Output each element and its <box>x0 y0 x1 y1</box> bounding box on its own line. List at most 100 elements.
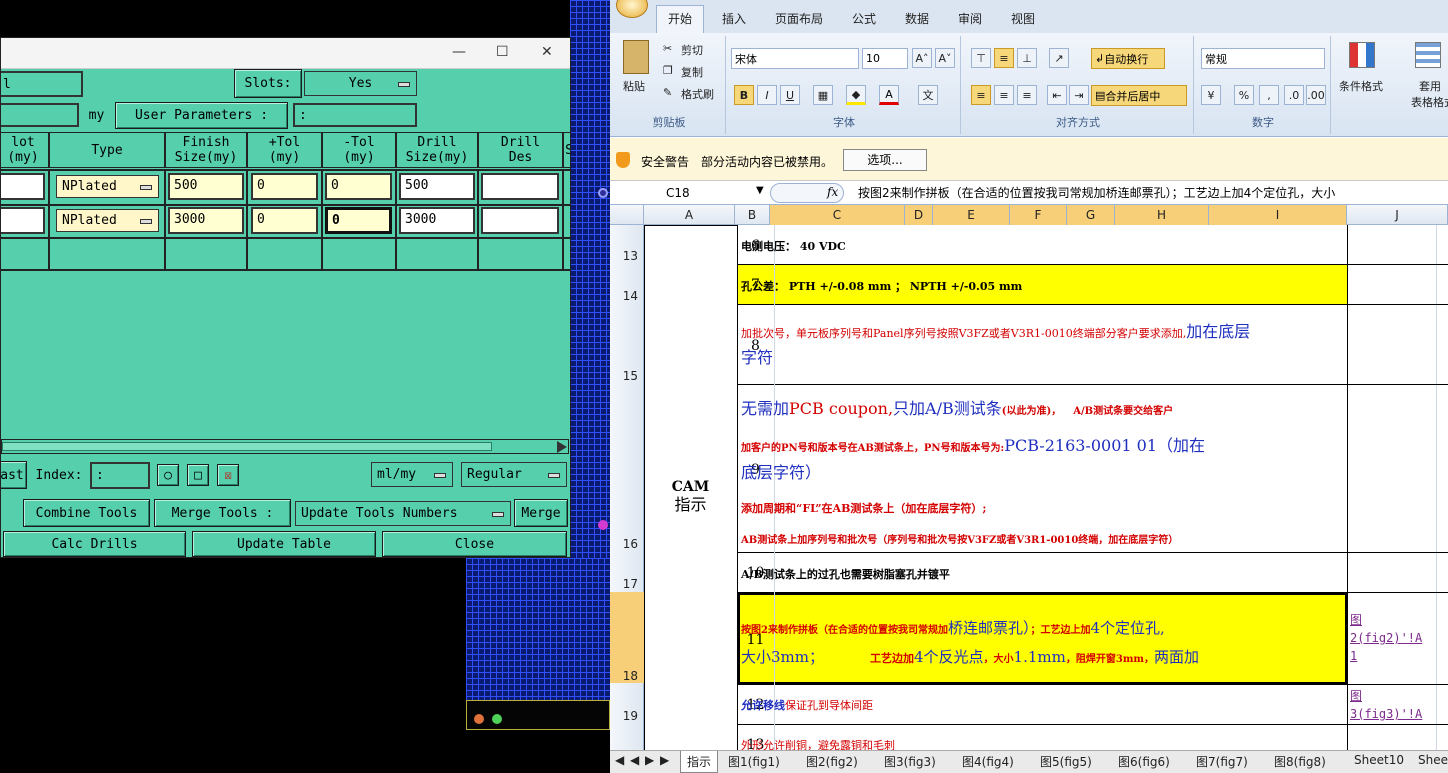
formula-input[interactable]: 按图2来制作拼板（在合适的位置按我司常规加桥连邮票孔）；工艺边上加4个定位孔，大… <box>852 181 1448 205</box>
plus-tol-field[interactable]: 0 <box>251 173 318 200</box>
row-number[interactable]: 19 <box>623 709 638 723</box>
minimize-icon[interactable]: — <box>452 44 466 60</box>
orientation-icon[interactable]: ↗ <box>1049 48 1069 68</box>
select-all-corner[interactable] <box>610 205 644 225</box>
drill-size-field[interactable]: 500 <box>399 173 475 200</box>
cell-r12[interactable]: 允许移线保证孔到导体间距 <box>741 697 873 713</box>
increase-indent-icon[interactable]: ⇥ <box>1069 85 1089 105</box>
tab-data[interactable]: 数据 <box>905 10 929 27</box>
update-table-button[interactable]: Update Table <box>192 531 376 557</box>
border-icon[interactable]: ▦ <box>813 85 833 105</box>
sheet-nav-first-icon[interactable]: ◀ <box>615 753 624 767</box>
scroll-right-icon[interactable] <box>557 441 567 453</box>
column-header[interactable]: H <box>1115 205 1209 225</box>
minus-tol-field[interactable]: 0 <box>325 207 392 234</box>
name-box-dropdown-icon[interactable]: ▼ <box>756 185 764 196</box>
index-field[interactable]: : <box>90 462 150 489</box>
row-number[interactable]: 18 <box>623 669 638 683</box>
finish-size-field[interactable]: 500 <box>168 173 244 200</box>
shrink-font-icon[interactable]: A˅ <box>935 48 955 68</box>
layer-name-field[interactable]: l <box>1 71 83 97</box>
phonetic-icon[interactable]: 文 <box>918 85 938 105</box>
fill-color-icon[interactable]: ◆ <box>846 85 866 105</box>
align-top-icon[interactable]: ⊤ <box>971 48 991 68</box>
conditional-format-icon[interactable] <box>1349 42 1375 68</box>
format-as-table-line2[interactable]: 表格格式 <box>1411 94 1448 110</box>
column-header[interactable]: J <box>1347 205 1448 225</box>
paste-icon[interactable] <box>623 40 649 74</box>
user-parameters-button[interactable]: User Parameters : <box>115 102 288 129</box>
format-painter-icon[interactable]: ✎ <box>663 86 672 99</box>
sheet-tab[interactable]: 图1(fig1) <box>728 753 780 770</box>
align-bottom-icon[interactable]: ⊥ <box>1017 48 1037 68</box>
tab-review[interactable]: 审阅 <box>958 10 982 27</box>
type-option[interactable]: NPlated <box>56 209 159 232</box>
tab-page-layout[interactable]: 页面布局 <box>775 10 823 27</box>
search-icon[interactable]: ○ <box>157 464 179 486</box>
user-parameters-field[interactable]: : <box>293 103 417 127</box>
row-number[interactable]: 16 <box>623 537 638 551</box>
cell-r7[interactable]: 孔公差： PTH +/-0.08 mm ； NPTH +/-0.05 mm <box>741 278 1022 294</box>
sheet-tab[interactable]: 图8(fig8) <box>1274 753 1326 770</box>
bold-icon[interactable]: B <box>734 85 754 105</box>
align-middle-icon[interactable]: ≡ <box>994 48 1014 68</box>
sheet-tab[interactable]: 图6(fig6) <box>1118 753 1170 770</box>
tab-home-label[interactable]: 开始 <box>668 10 692 27</box>
sheet-tab[interactable]: 图3(fig3) <box>884 753 936 770</box>
tab-insert[interactable]: 插入 <box>722 10 746 27</box>
column-header[interactable]: C <box>770 205 905 225</box>
column-header[interactable]: B <box>735 205 770 225</box>
row-number[interactable]: 14 <box>623 289 638 303</box>
cell-r10[interactable]: A/B测试条上的过孔也需要树脂塞孔并镀平 <box>741 566 950 582</box>
close-icon[interactable]: ✕ <box>541 44 553 60</box>
font-color-icon[interactable]: A <box>879 85 899 105</box>
sheet-tab[interactable]: 图7(fig7) <box>1196 753 1248 770</box>
column-header[interactable]: D <box>905 205 933 225</box>
fig3-hyperlink[interactable]: 图 3(fig3)'!A <box>1350 687 1422 723</box>
cell-r8[interactable]: 加批次号，单元板序列号和Panel序列号按照V3FZ或者V3R1-0010终端部… <box>741 320 1345 371</box>
row-number[interactable]: 13 <box>623 249 638 263</box>
units-field[interactable] <box>1 103 79 127</box>
dialog-titlebar[interactable]: — ☐ ✕ <box>1 38 570 69</box>
insert-function-icon[interactable]: fx <box>827 185 838 199</box>
calc-drills-button[interactable]: Calc Drills <box>3 531 186 557</box>
slots-option[interactable]: Yes <box>304 71 417 96</box>
type-option[interactable]: NPlated <box>56 175 159 198</box>
paste-button[interactable]: 粘贴 <box>623 78 645 94</box>
column-header[interactable]: A <box>644 205 735 225</box>
drill-des-field[interactable] <box>481 173 559 200</box>
align-center-icon[interactable]: ≡ <box>994 85 1014 105</box>
last-button[interactable]: ast <box>1 461 27 489</box>
update-tools-numbers-option[interactable]: Update Tools Numbers <box>295 501 511 526</box>
format-as-table-icon[interactable] <box>1415 42 1441 68</box>
font-size-combo[interactable]: 10 <box>862 48 908 69</box>
mode-option[interactable]: Regular <box>461 462 567 487</box>
finish-size-field[interactable]: 3000 <box>168 207 244 234</box>
plus-tol-field[interactable]: 0 <box>251 207 318 234</box>
close-button[interactable]: Close <box>382 531 567 557</box>
copy-button[interactable]: 复制 <box>681 64 703 80</box>
minus-tol-field[interactable]: 0 <box>325 173 392 200</box>
sheet-tab[interactable]: Sheet10 <box>1354 753 1404 767</box>
sheet-tab[interactable]: Shee <box>1418 753 1448 767</box>
align-left-icon[interactable]: ≡ <box>971 85 991 105</box>
name-box[interactable]: C18 <box>610 183 766 203</box>
tab-formulas[interactable]: 公式 <box>852 10 876 27</box>
grow-font-icon[interactable]: A˄ <box>912 48 932 68</box>
security-options-button[interactable]: 选项... <box>843 149 927 171</box>
drill-size-field[interactable]: 3000 <box>399 207 475 234</box>
horizontal-scrollbar[interactable] <box>1 439 569 454</box>
currency-icon[interactable]: ¥ <box>1201 85 1221 105</box>
row-number[interactable]: 17 <box>623 577 638 591</box>
slot-length-field[interactable] <box>1 173 45 200</box>
number-format-combo[interactable]: 常规 <box>1201 48 1325 69</box>
align-right-icon[interactable]: ≡ <box>1017 85 1037 105</box>
units-option[interactable]: ml/my <box>371 462 453 487</box>
column-header[interactable]: I <box>1209 205 1347 225</box>
font-name-combo[interactable]: 宋体 <box>731 48 859 69</box>
decrease-indent-icon[interactable]: ⇤ <box>1047 85 1067 105</box>
merge-button[interactable]: Merge <box>514 499 568 527</box>
edit-icon[interactable]: □ <box>187 464 209 486</box>
scrollbar-thumb[interactable] <box>2 442 492 451</box>
format-as-table-line1[interactable]: 套用 <box>1419 78 1441 94</box>
